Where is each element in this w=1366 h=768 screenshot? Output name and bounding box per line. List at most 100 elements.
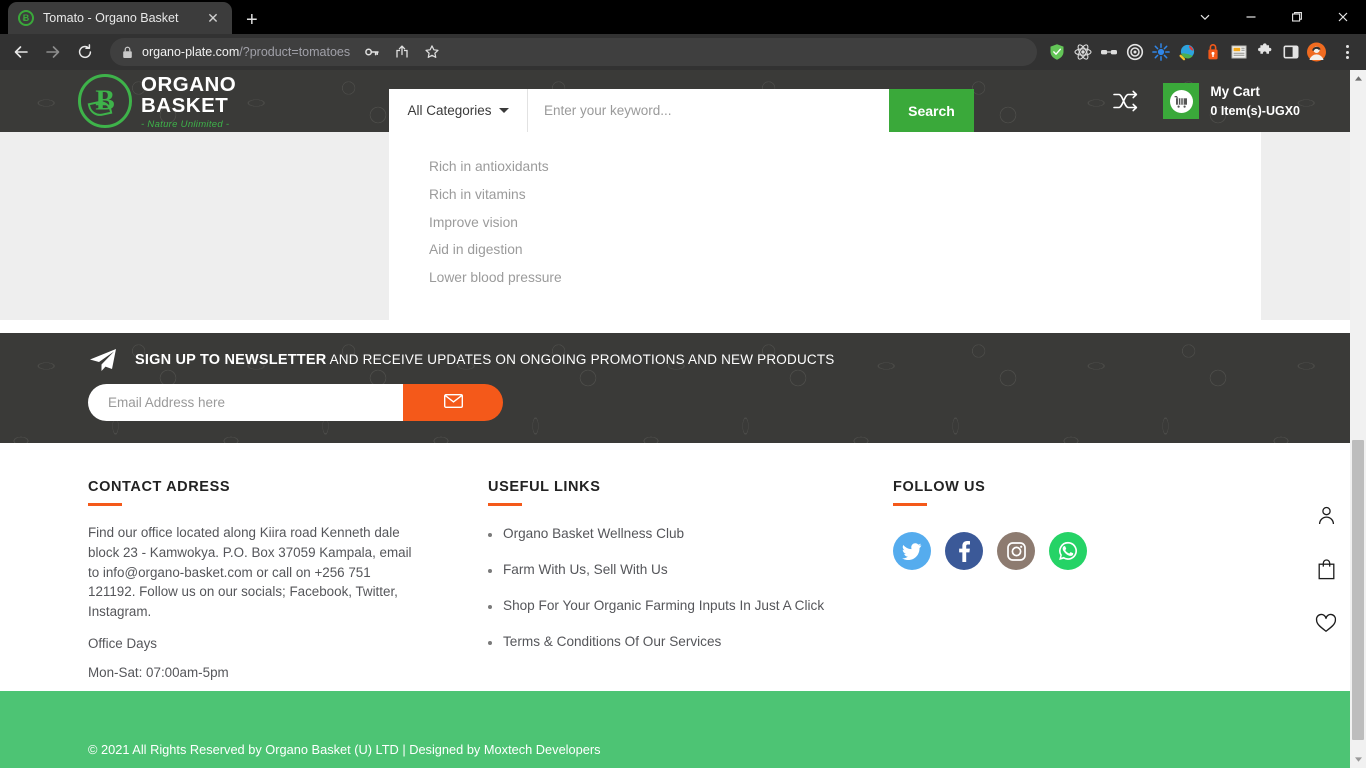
useful-link[interactable]: Shop For Your Organic Farming Inputs In … xyxy=(503,598,824,613)
browser-tab[interactable]: Ƀ Tomato - Organo Basket ✕ xyxy=(8,2,232,34)
twitter-icon[interactable] xyxy=(893,532,931,570)
browser-toolbar: organo-plate.com/?product=tomatoes xyxy=(0,34,1366,70)
logo-line-1: ORGANO xyxy=(141,72,237,96)
organo-basket-favicon-icon: Ƀ xyxy=(18,10,34,26)
header-search-bar: All Categories Search xyxy=(389,89,974,132)
newsletter-submit-button[interactable] xyxy=(403,384,503,421)
category-select[interactable]: All Categories xyxy=(389,89,528,132)
office-days-label: Office Days xyxy=(88,636,157,652)
whatsapp-icon[interactable] xyxy=(1049,532,1087,570)
minimize-icon[interactable] xyxy=(1228,0,1274,34)
contact-heading: CONTACT ADRESS xyxy=(88,479,231,495)
description-item: Rich in antioxidants xyxy=(429,159,549,174)
shuffle-compare-icon[interactable] xyxy=(1112,89,1139,113)
share-icon[interactable] xyxy=(389,39,415,65)
envelope-icon xyxy=(443,393,463,411)
instagram-icon[interactable] xyxy=(997,532,1035,570)
omnibox-actions xyxy=(359,39,445,65)
bookmark-star-icon[interactable] xyxy=(419,39,445,65)
paint-globe-icon[interactable] xyxy=(1177,43,1196,62)
lock-icon xyxy=(122,46,133,59)
useful-links-heading: USEFUL LINKS xyxy=(488,479,601,495)
list-item[interactable]: Terms & Conditions Of Our Services xyxy=(488,634,893,649)
contact-paragraph: Find our office located along Kiira road… xyxy=(88,525,412,620)
password-key-icon[interactable] xyxy=(359,39,385,65)
page-scrollbar[interactable] xyxy=(1350,70,1366,768)
target-circle-icon[interactable] xyxy=(1125,43,1144,62)
bullet-icon xyxy=(488,569,492,573)
paper-plane-icon xyxy=(88,347,118,373)
facebook-icon[interactable] xyxy=(945,532,983,570)
site-header: ORGANO BASKET - Nature Unlimited - xyxy=(0,70,1350,132)
browser-tab-strip: Ƀ Tomato - Organo Basket ✕ + xyxy=(0,0,1366,34)
cart-widget[interactable]: My Cart 0 Item(s)-UGX0 xyxy=(1163,82,1300,120)
newsletter-headline: SIGN UP TO NEWSLETTER AND RECEIVE UPDATE… xyxy=(135,352,835,368)
newsletter-email-input[interactable] xyxy=(88,384,403,421)
heading-underline xyxy=(88,503,122,506)
reload-icon[interactable] xyxy=(70,37,100,67)
newsletter-form xyxy=(88,384,503,421)
scroll-down-arrow-icon[interactable] xyxy=(1350,751,1366,768)
wishlist-heart-icon[interactable] xyxy=(1313,610,1339,636)
tab-title: Tomato - Organo Basket xyxy=(43,11,179,25)
social-links xyxy=(893,532,1193,570)
user-avatar[interactable] xyxy=(1307,42,1326,62)
page-viewport: Description Reviews (0) Rich in antioxid… xyxy=(0,70,1366,768)
bullet-icon xyxy=(488,641,492,645)
puzzle-piece-icon[interactable] xyxy=(1255,43,1274,62)
react-devtools-icon[interactable] xyxy=(1073,43,1092,62)
newsletter-headline-bold: SIGN UP TO NEWSLETTER xyxy=(135,352,327,368)
bullet-icon xyxy=(488,533,492,537)
bullet-icon xyxy=(488,605,492,609)
description-item: Aid in digestion xyxy=(429,242,523,258)
orange-lock-icon[interactable] xyxy=(1203,43,1222,62)
office-hours: Mon-Sat: 07:00am-5pm xyxy=(88,665,229,681)
list-item[interactable]: Organo Basket Wellness Club xyxy=(488,526,893,541)
newsletter-section: SIGN UP TO NEWSLETTER AND RECEIVE UPDATE… xyxy=(0,333,1350,443)
maximize-restore-icon[interactable] xyxy=(1274,0,1320,34)
copyright-bar: © 2021 All Rights Reserved by Organo Bas… xyxy=(0,691,1350,768)
useful-link[interactable]: Organo Basket Wellness Club xyxy=(503,526,684,541)
new-tab-button[interactable]: + xyxy=(246,10,258,30)
adguard-shield-icon[interactable] xyxy=(1047,43,1066,62)
useful-link[interactable]: Terms & Conditions Of Our Services xyxy=(503,634,721,649)
floating-side-dock xyxy=(1313,502,1339,636)
category-select-label: All Categories xyxy=(407,103,492,118)
list-item[interactable]: Shop For Your Organic Farming Inputs In … xyxy=(488,598,893,613)
shopping-bag-icon[interactable] xyxy=(1313,556,1339,582)
chevron-down-icon[interactable] xyxy=(1182,0,1228,34)
scrollbar-thumb[interactable] xyxy=(1352,440,1364,740)
account-icon[interactable] xyxy=(1313,502,1339,528)
back-arrow-icon[interactable] xyxy=(6,37,36,67)
site-logo[interactable]: ORGANO BASKET - Nature Unlimited - xyxy=(78,73,236,130)
newsletter-headline-rest: AND RECEIVE UPDATES ON ONGOING PROMOTION… xyxy=(326,352,835,367)
close-icon[interactable]: ✕ xyxy=(204,11,222,25)
chevron-down-icon xyxy=(498,108,509,113)
search-button[interactable]: Search xyxy=(889,89,974,132)
description-item: Rich in vitamins xyxy=(429,186,526,202)
logo-line-2: BASKET xyxy=(141,94,229,118)
scroll-up-arrow-icon[interactable] xyxy=(1350,70,1366,87)
description-item: Lower blood pressure xyxy=(429,270,562,286)
notes-icon[interactable] xyxy=(1229,43,1248,62)
cart-title: My Cart xyxy=(1210,84,1260,100)
list-item[interactable]: Farm With Us, Sell With Us xyxy=(488,562,893,577)
address-bar-url: organo-plate.com/?product=tomatoes xyxy=(142,45,351,59)
sidepanel-icon[interactable] xyxy=(1281,43,1300,62)
browser-window: Ƀ Tomato - Organo Basket ✕ + organo-plat… xyxy=(0,0,1366,768)
forward-arrow-icon[interactable] xyxy=(38,37,68,67)
window-controls xyxy=(1182,0,1366,34)
three-dot-menu-icon[interactable] xyxy=(1336,45,1358,59)
extension-icons xyxy=(1047,42,1328,62)
close-window-icon[interactable] xyxy=(1320,0,1366,34)
site-footer: CONTACT ADRESS Find our office located a… xyxy=(0,443,1350,727)
reading-glasses-icon[interactable] xyxy=(1099,43,1118,62)
address-bar[interactable]: organo-plate.com/?product=tomatoes xyxy=(110,38,1037,66)
search-input[interactable] xyxy=(528,89,889,132)
description-item: Improve vision xyxy=(429,214,518,230)
shopping-cart-icon xyxy=(1163,83,1200,119)
blue-sun-icon[interactable] xyxy=(1151,43,1170,62)
logo-tagline: - Nature Unlimited - xyxy=(141,118,230,130)
b-leaf-logo-icon xyxy=(78,74,132,128)
useful-link[interactable]: Farm With Us, Sell With Us xyxy=(503,562,668,577)
